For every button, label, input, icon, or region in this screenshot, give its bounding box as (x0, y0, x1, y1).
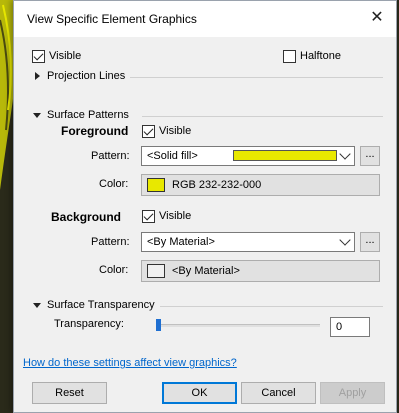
transparency-slider-thumb[interactable] (156, 319, 161, 331)
cancel-button[interactable]: Cancel (241, 382, 316, 404)
foreground-color-value: RGB 232-232-000 (172, 179, 262, 191)
foreground-color-button[interactable]: RGB 232-232-000 (141, 174, 380, 196)
dialog-title: View Specific Element Graphics (27, 12, 197, 26)
visible-label: Visible (49, 50, 82, 62)
surface-transparency-header[interactable]: Surface Transparency (47, 299, 155, 311)
halftone-checkbox[interactable] (283, 50, 296, 63)
background-color-button[interactable]: <By Material> (141, 260, 380, 282)
background-pattern-label: Pattern: (91, 236, 130, 248)
background-pattern-more-button[interactable]: ... (360, 232, 380, 252)
foreground-color-label: Color: (99, 178, 129, 190)
background-color-label: Color: (99, 264, 129, 276)
ok-button[interactable]: OK (162, 382, 237, 404)
expand-icon[interactable] (35, 72, 40, 80)
foreground-heading: Foreground (61, 124, 129, 138)
collapse-icon[interactable] (33, 303, 41, 308)
background-pattern-value: <By Material> (147, 236, 215, 248)
foreground-pattern-label: Pattern: (91, 150, 130, 162)
transparency-label: Transparency: (54, 318, 124, 330)
projection-lines-header[interactable]: Projection Lines (47, 70, 125, 82)
transparency-slider-track[interactable] (156, 324, 320, 327)
chevron-down-icon (339, 148, 351, 160)
foreground-color-swatch (147, 178, 165, 192)
divider (130, 77, 383, 78)
collapse-icon[interactable] (33, 113, 41, 118)
help-link[interactable]: How do these settings affect view graphi… (23, 357, 237, 369)
pattern-preview-swatch (233, 150, 337, 161)
background-visible-checkbox[interactable] (142, 210, 155, 223)
background-color-swatch (147, 264, 165, 278)
foreground-visible-checkbox[interactable] (142, 125, 155, 138)
foreground-pattern-value: <Solid fill> (147, 150, 198, 162)
apply-button[interactable]: Apply (320, 382, 385, 404)
transparency-value: 0 (336, 321, 343, 333)
background-pattern-select[interactable]: <By Material> (141, 232, 355, 252)
divider (142, 116, 383, 117)
divider (160, 306, 383, 307)
foreground-pattern-select[interactable]: <Solid fill> (141, 146, 355, 166)
foreground-visible-label: Visible (159, 125, 192, 137)
close-icon[interactable]: ✕ (366, 7, 388, 29)
background-visible-label: Visible (159, 210, 192, 222)
background-color-value: <By Material> (172, 265, 240, 277)
surface-patterns-header[interactable]: Surface Patterns (47, 109, 129, 121)
view-specific-element-graphics-dialog: View Specific Element Graphics ✕ Visible… (13, 0, 397, 413)
visible-checkbox[interactable] (32, 50, 45, 63)
background-heading: Background (51, 210, 122, 224)
foreground-pattern-more-button[interactable]: ... (360, 146, 380, 166)
transparency-input[interactable]: 0 (330, 317, 370, 337)
chevron-down-icon (339, 234, 351, 246)
title-bar: View Specific Element Graphics ✕ (14, 1, 396, 37)
reset-button[interactable]: Reset (32, 382, 107, 404)
halftone-label: Halftone (300, 50, 341, 62)
